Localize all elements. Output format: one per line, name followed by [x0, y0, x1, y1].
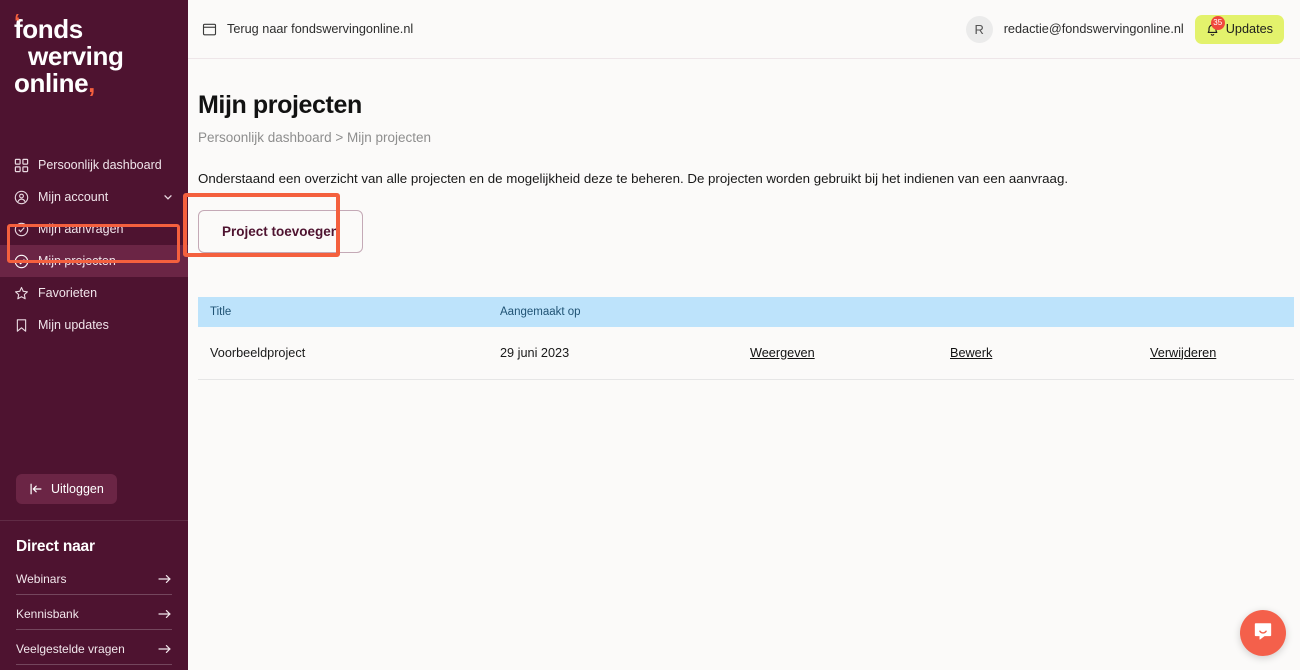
direct-link-label: Kennisbank [16, 607, 79, 621]
logo[interactable]: ʻ fonds werving online, [0, 0, 188, 97]
direct-link-label: Webinars [16, 572, 67, 586]
bookmark-icon [14, 318, 29, 333]
logout-button[interactable]: Uitloggen [16, 474, 117, 504]
cell-edit-action: Bewerk [938, 327, 1138, 380]
intercom-chat-button[interactable] [1240, 610, 1286, 656]
view-project-link[interactable]: Weergeven [750, 346, 815, 360]
page-description: Onderstaand een overzicht van alle proje… [198, 171, 1069, 186]
cell-created-date: 29 juni 2023 [488, 327, 738, 380]
sidebar-item-label: Mijn account [38, 190, 109, 204]
sidebar-item-persoonlijk-dashboard[interactable]: Persoonlijk dashboard [0, 149, 188, 181]
updates-button[interactable]: 35 Updates [1194, 14, 1284, 44]
star-icon [14, 286, 29, 301]
sidebar-item-mijn-projecten[interactable]: Mijn projecten [0, 245, 188, 277]
direct-link-webinars[interactable]: Webinars [16, 572, 172, 595]
column-header-title: Title [198, 297, 488, 327]
projects-table-body: Voorbeeldproject 29 juni 2023 Weergeven … [198, 327, 1294, 380]
add-project-container: Project toevoegen [183, 193, 364, 257]
edit-project-link[interactable]: Bewerk [950, 346, 992, 360]
chevron-down-icon[interactable] [162, 191, 174, 203]
check-circle-icon [14, 222, 29, 237]
cell-view-action: Weergeven [738, 327, 938, 380]
page-title: Mijn projecten [198, 91, 362, 119]
sidebar-item-label: Persoonlijk dashboard [38, 158, 162, 172]
logo-line-1: fonds [14, 14, 83, 44]
arrow-right-icon [158, 608, 172, 620]
chat-bubble-icon [1252, 620, 1274, 647]
updates-label: Updates [1225, 22, 1273, 36]
sidebar-item-mijn-account[interactable]: Mijn account [0, 181, 188, 213]
browser-window-icon [202, 22, 217, 37]
user-circle-icon [14, 190, 29, 205]
logo-quote-mark: ʻ [14, 9, 21, 35]
add-project-button[interactable]: Project toevoegen [198, 210, 364, 253]
breadcrumb: Persoonlijk dashboard > Mijn projecten [198, 130, 432, 145]
arrow-right-icon [158, 643, 172, 655]
cell-delete-action: Verwijderen [1138, 327, 1294, 380]
table-header-row: Title Aangemaakt op [198, 297, 1294, 327]
delete-project-link[interactable]: Verwijderen [1150, 346, 1216, 360]
page-content: Mijn projecten Persoonlijk dashboard > M… [183, 59, 1300, 380]
direct-naar-title: Direct naar [16, 538, 95, 555]
main-area: Terug naar fondswervingonline.nl R redac… [183, 0, 1300, 670]
user-email: redactie@fondswervingonline.nl [1003, 22, 1184, 36]
grid-icon [14, 158, 29, 173]
logout-icon [29, 482, 43, 496]
table-row: Voorbeeldproject 29 juni 2023 Weergeven … [198, 327, 1294, 380]
arrow-right-icon [158, 573, 172, 585]
sidebar-item-label: Mijn aanvragen [38, 222, 124, 236]
sidebar-item-favorieten[interactable]: Favorieten [0, 277, 188, 309]
sidebar-item-mijn-aanvragen[interactable]: Mijn aanvragen [0, 213, 188, 245]
sidebar: ʻ fonds werving online, Persoonlijk dash… [0, 0, 188, 670]
projects-table: Title Aangemaakt op Voorbeeldproject 29 … [198, 297, 1294, 380]
sidebar-item-label: Mijn projecten [38, 254, 116, 268]
logout-label: Uitloggen [51, 482, 104, 496]
direct-link-kennisbank[interactable]: Kennisbank [16, 607, 172, 630]
sidebar-item-label: Favorieten [38, 286, 98, 300]
logout-container: Uitloggen [16, 474, 117, 504]
logo-line-3: online, [14, 70, 188, 97]
back-to-site-label: Terug naar fondswervingonline.nl [227, 22, 414, 36]
logo-comma: , [88, 68, 95, 98]
column-header-delete [1138, 297, 1294, 327]
cell-project-title: Voorbeeldproject [198, 327, 488, 380]
app-root: ʻ fonds werving online, Persoonlijk dash… [0, 0, 1300, 670]
sidebar-nav: Persoonlijk dashboard Mijn account Mijn … [0, 149, 188, 341]
direct-link-veelgestelde-vragen[interactable]: Veelgestelde vragen [16, 642, 172, 665]
updates-badge: 35 [1210, 15, 1225, 30]
sidebar-divider [0, 520, 188, 521]
topbar-right: R redactie@fondswervingonline.nl 35 Upda… [965, 14, 1284, 44]
direct-naar-section: Direct naar Webinars Kennisbank Veelgest… [16, 538, 172, 670]
logo-line-3-text: online [14, 68, 89, 98]
column-header-view [738, 297, 938, 327]
direct-link-label: Veelgestelde vragen [16, 642, 125, 656]
sidebar-item-mijn-updates[interactable]: Mijn updates [0, 309, 188, 341]
back-to-site-link[interactable]: Terug naar fondswervingonline.nl [202, 22, 413, 37]
projects-table-head: Title Aangemaakt op [198, 297, 1294, 327]
avatar[interactable]: R [965, 15, 993, 43]
topbar: Terug naar fondswervingonline.nl R redac… [188, 0, 1300, 59]
column-header-edit [938, 297, 1138, 327]
sidebar-item-label: Mijn updates [38, 318, 109, 332]
check-circle-icon [14, 254, 29, 269]
bell-icon: 35 [1204, 15, 1225, 38]
logo-line-2: werving [28, 41, 124, 71]
column-header-created: Aangemaakt op [488, 297, 738, 327]
